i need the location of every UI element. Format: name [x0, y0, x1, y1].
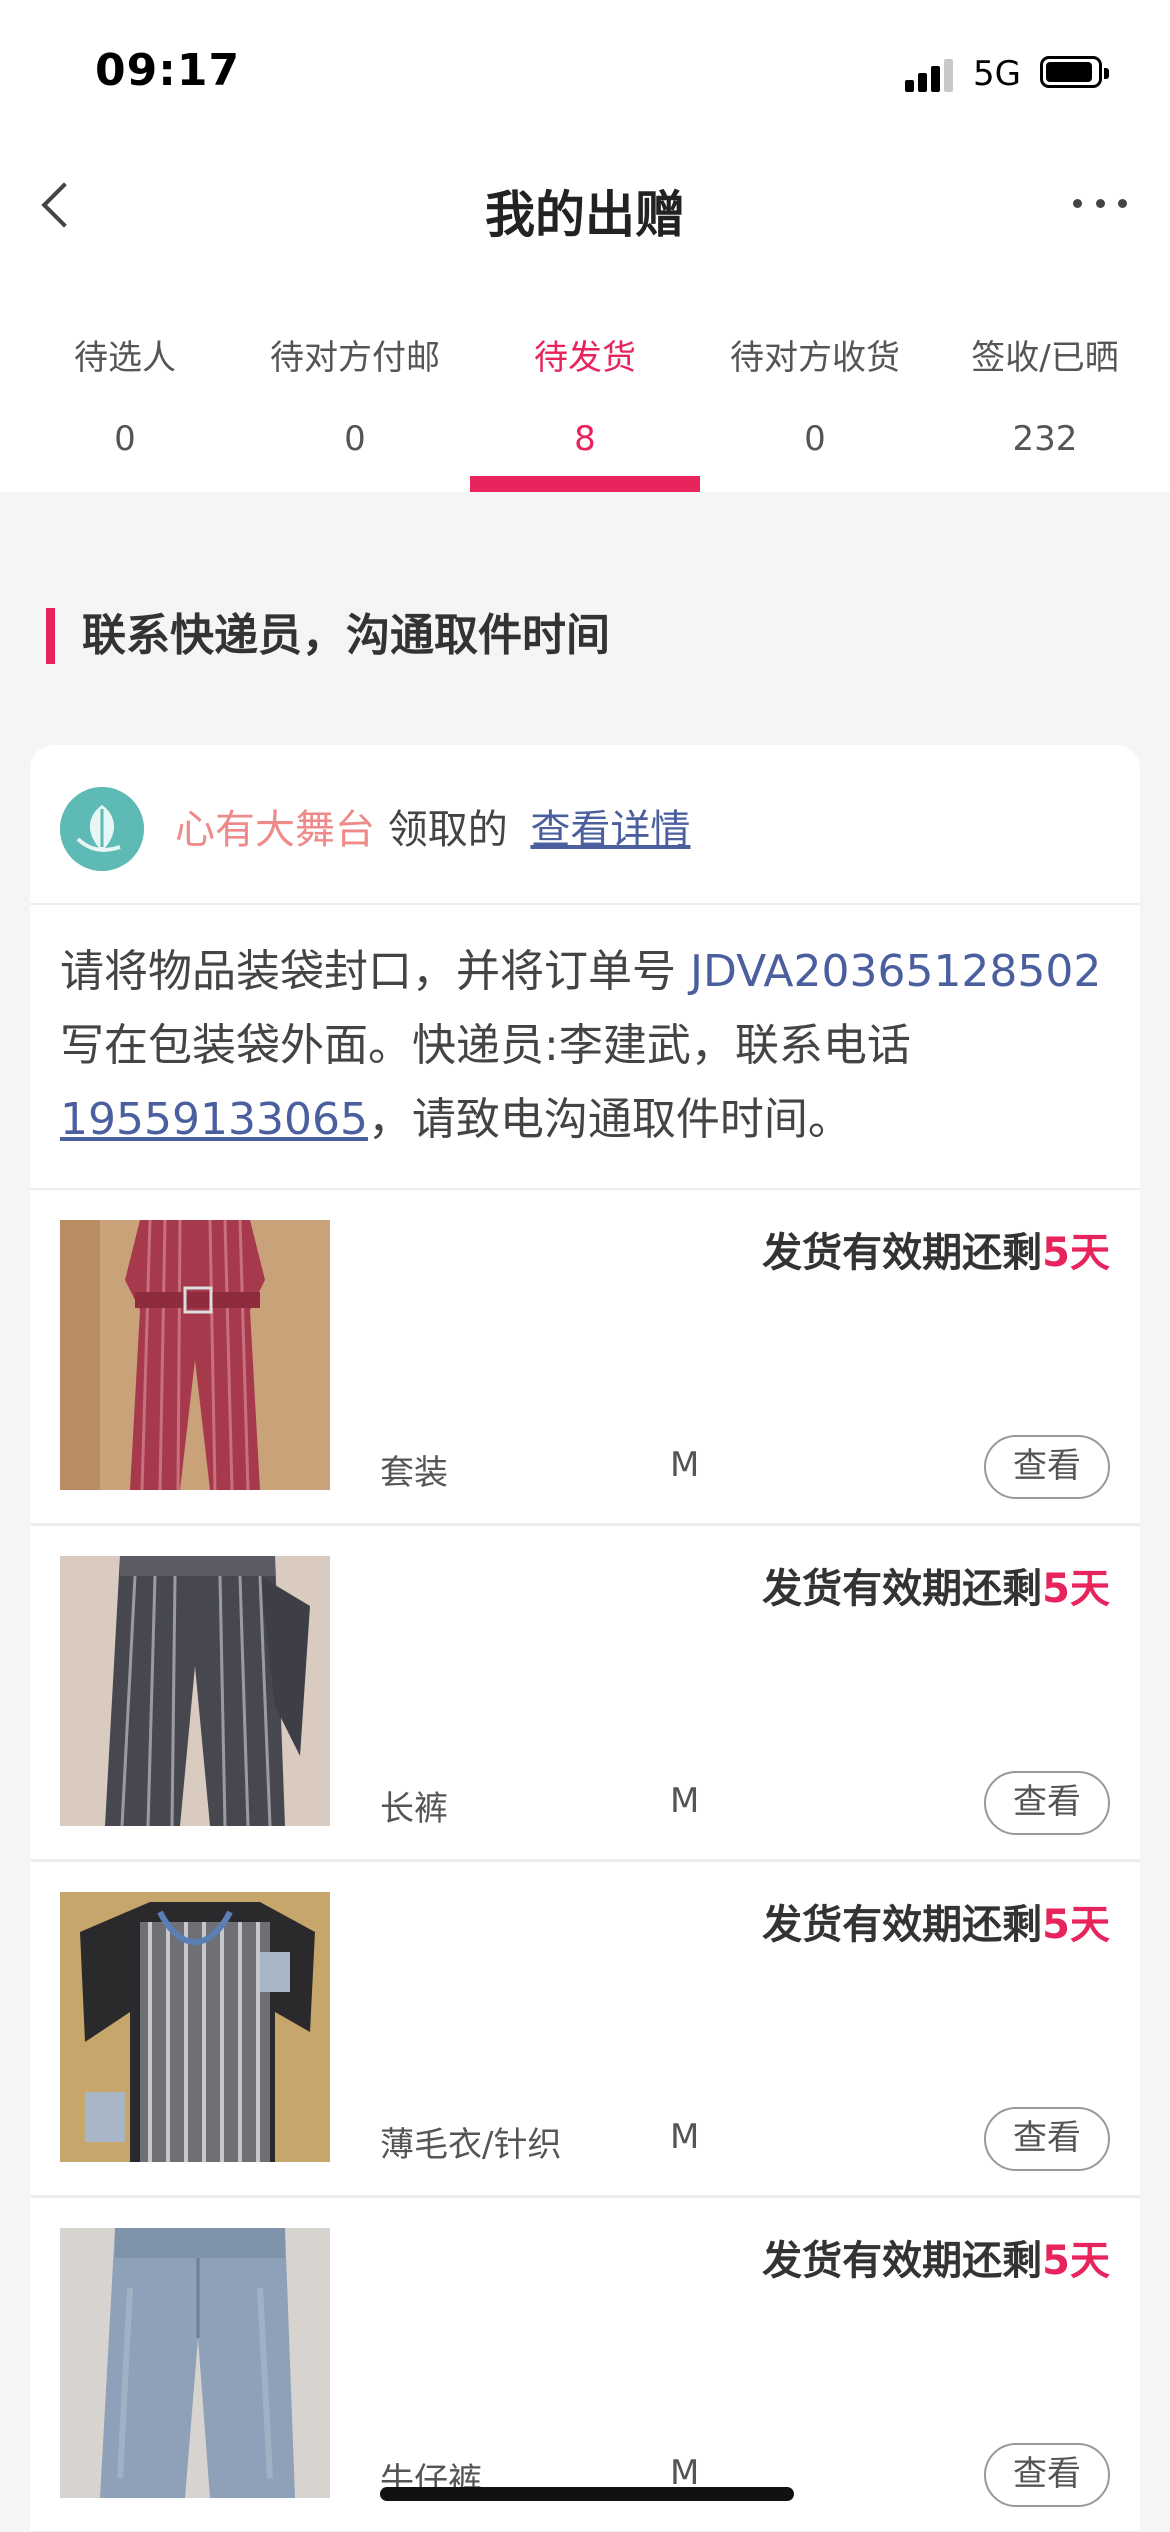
- tab-pending-receipt[interactable]: 待对方收货 0: [700, 260, 930, 492]
- tab-label: 待对方收货: [730, 338, 900, 378]
- item-category: 套装: [380, 1453, 448, 1493]
- tab-received-shared[interactable]: 签收/已晒 232: [930, 260, 1160, 492]
- home-indicator[interactable]: [380, 2487, 794, 2501]
- list-item: 发货有效期还剩5天 薄毛衣/针织 M 查看: [30, 1862, 1140, 2198]
- deadline-prefix: 发货有效期还剩: [762, 1230, 1043, 1276]
- tab-pending-postage[interactable]: 待对方付邮 0: [240, 260, 470, 492]
- instruction-text: ，请致电沟通取件时间。: [367, 1094, 852, 1145]
- tab-count: 0: [114, 419, 136, 459]
- item-photo[interactable]: [60, 2228, 330, 2498]
- item-photo[interactable]: [60, 1892, 330, 2162]
- courier-phone-link[interactable]: 19559133065: [60, 1094, 368, 1145]
- status-tabs: 待选人 0 待对方付邮 0 待发货 8 待对方收货 0 签收/已晒 232: [0, 260, 1170, 492]
- more-icon[interactable]: [1065, 178, 1135, 228]
- status-time: 09:17: [95, 45, 241, 96]
- tab-pending-shipment[interactable]: 待发货 8: [470, 260, 700, 492]
- deadline-prefix: 发货有效期还剩: [762, 1902, 1043, 1948]
- shipping-deadline: 发货有效期还剩5天: [762, 1556, 1110, 1614]
- tab-count: 0: [344, 419, 366, 459]
- tab-count: 0: [804, 419, 826, 459]
- item-category: 长裤: [380, 1789, 448, 1829]
- shipping-deadline: 发货有效期还剩5天: [762, 2228, 1110, 2286]
- donor-row: 心有大舞台 领取的 查看详情: [30, 745, 1140, 905]
- deadline-days: 5天: [1042, 2238, 1110, 2284]
- tab-label: 待发货: [534, 338, 636, 378]
- order-number: JDVA20365128502: [690, 946, 1102, 997]
- battery-icon: [1040, 56, 1109, 88]
- section-heading: 联系快递员，沟通取件时间: [46, 608, 610, 664]
- app-screen: 09:17 5G 我的出赠 待选人 0 待对方付邮 0 待发货 8 待对方收货 …: [0, 0, 1170, 2532]
- list-item: 发货有效期还剩5天 牛仔裤 M 查看: [30, 2198, 1140, 2532]
- deadline-days: 5天: [1042, 1566, 1110, 1612]
- instruction-text: 写在包装袋外面。快递员:李建武，联系电话: [60, 1020, 911, 1071]
- item-size: M: [670, 1445, 700, 1485]
- donor-name[interactable]: 心有大舞台: [175, 807, 375, 853]
- list-item: 发货有效期还剩5天 长裤 M 查看: [30, 1526, 1140, 1862]
- view-details-link[interactable]: 查看详情: [530, 807, 690, 853]
- tab-count: 232: [1012, 419, 1078, 459]
- donor-action-text: 领取的: [387, 807, 508, 853]
- deadline-prefix: 发货有效期还剩: [762, 1566, 1043, 1612]
- item-size: M: [670, 1781, 700, 1821]
- status-bar: 09:17 5G: [0, 0, 1170, 150]
- item-photo[interactable]: [60, 1220, 330, 1490]
- view-button[interactable]: 查看: [984, 1771, 1110, 1835]
- active-tab-indicator: [470, 476, 700, 492]
- item-photo[interactable]: [60, 1556, 330, 1826]
- tab-count: 8: [574, 419, 596, 459]
- item-category: 薄毛衣/针织: [380, 2125, 562, 2165]
- deadline-days: 5天: [1042, 1230, 1110, 1276]
- deadline-days: 5天: [1042, 1902, 1110, 1948]
- shipping-deadline: 发货有效期还剩5天: [762, 1892, 1110, 1950]
- view-button[interactable]: 查看: [984, 2107, 1110, 2171]
- view-button[interactable]: 查看: [984, 1435, 1110, 1499]
- tab-label: 待对方付邮: [270, 338, 440, 378]
- shipment-card: 心有大舞台 领取的 查看详情 请将物品装袋封口，并将订单号 JDVA203651…: [30, 745, 1140, 2532]
- navigation-header: 我的出赠: [0, 150, 1170, 260]
- tab-label: 待选人: [74, 338, 176, 378]
- avatar[interactable]: [60, 787, 144, 871]
- leaf-logo-icon: [60, 787, 144, 871]
- list-item: 发货有效期还剩5天 套装 M 查看: [30, 1190, 1140, 1526]
- tab-pending-selection[interactable]: 待选人 0: [10, 260, 240, 492]
- page-title: 我的出赠: [485, 186, 685, 244]
- item-size: M: [670, 2117, 700, 2157]
- instruction-text: 请将物品装袋封口，并将订单号: [60, 946, 690, 997]
- tab-label: 签收/已晒: [971, 338, 1119, 378]
- view-button[interactable]: 查看: [984, 2443, 1110, 2507]
- network-label: 5G: [973, 54, 1021, 94]
- deadline-prefix: 发货有效期还剩: [762, 2238, 1043, 2284]
- signal-icon: [905, 58, 955, 92]
- shipping-deadline: 发货有效期还剩5天: [762, 1220, 1110, 1278]
- donor-info: 心有大舞台 领取的 查看详情: [175, 797, 690, 855]
- shipping-instructions: 请将物品装袋封口，并将订单号 JDVA20365128502 写在包装袋外面。快…: [30, 905, 1140, 1190]
